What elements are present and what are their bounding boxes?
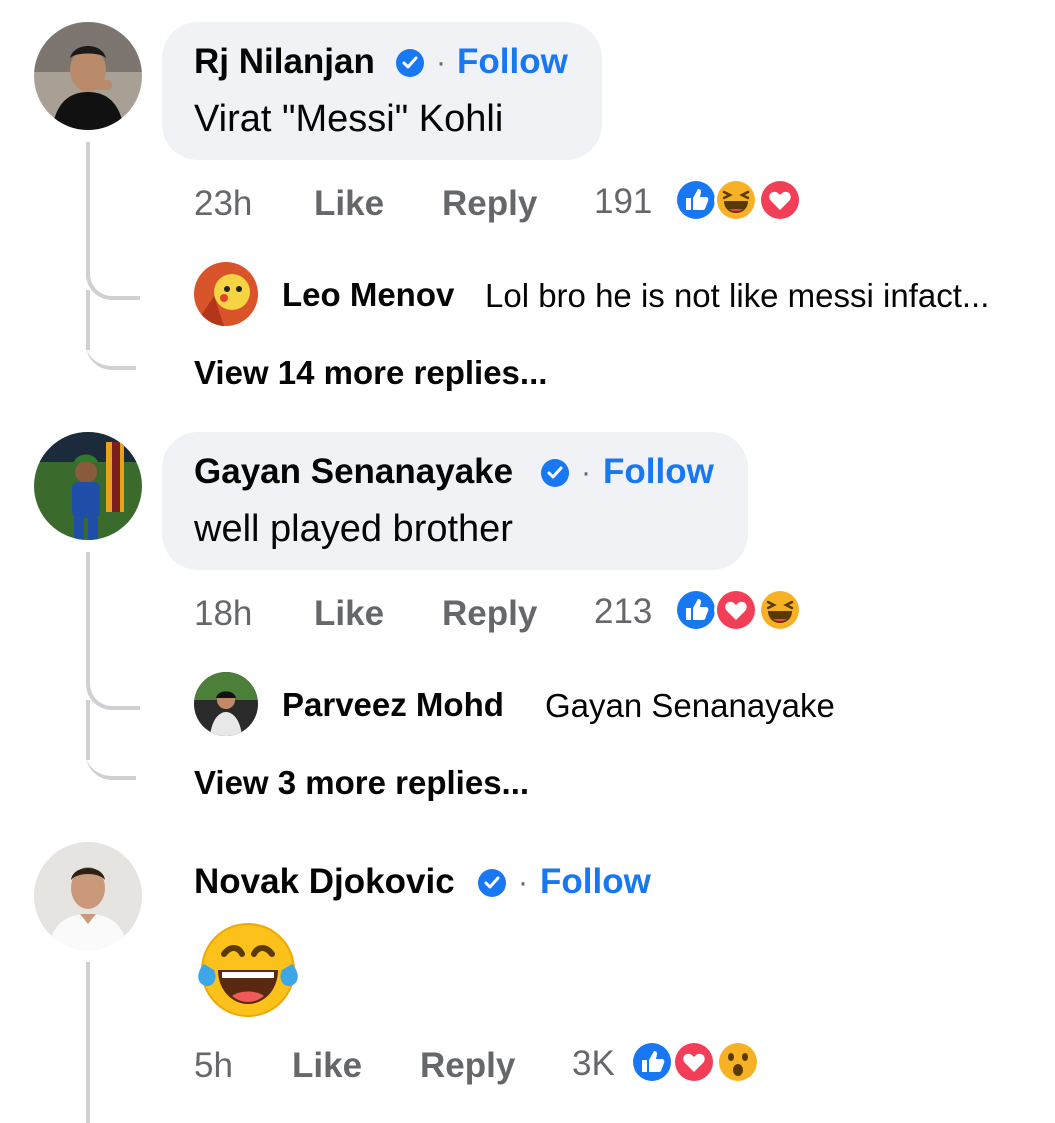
reply-button[interactable]: Reply bbox=[420, 1046, 515, 1086]
avatar-novak-djokovic[interactable] bbox=[34, 842, 142, 950]
thread-line bbox=[86, 962, 90, 1123]
reaction-count[interactable]: 3K bbox=[572, 1044, 615, 1084]
like-reaction-icon bbox=[674, 588, 718, 632]
like-button[interactable]: Like bbox=[314, 594, 384, 634]
haha-reaction-icon bbox=[758, 588, 802, 632]
avatar-leo-menov[interactable] bbox=[194, 262, 258, 326]
avatar-parveez-mohd[interactable] bbox=[194, 672, 258, 736]
love-reaction-icon bbox=[714, 588, 758, 632]
reply-text[interactable]: Gayan Senanayake bbox=[545, 687, 835, 725]
love-reaction-icon bbox=[758, 178, 802, 222]
comment-text: Virat "Messi" Kohli bbox=[194, 98, 504, 140]
view-more-replies-link[interactable]: View 3 more replies... bbox=[194, 764, 529, 802]
comment-author[interactable]: Rj Nilanjan bbox=[194, 42, 375, 82]
follow-button[interactable]: Follow bbox=[603, 452, 714, 492]
more-replies-connector bbox=[86, 296, 136, 370]
comment-author[interactable]: Novak Djokovic bbox=[194, 862, 455, 902]
reply-author[interactable]: Parveez Mohd bbox=[282, 686, 504, 724]
like-reaction-icon bbox=[630, 1040, 674, 1084]
reaction-count[interactable]: 191 bbox=[594, 182, 652, 222]
thread-line bbox=[86, 290, 90, 350]
haha-reaction-icon bbox=[714, 178, 758, 222]
verified-badge-icon bbox=[396, 49, 424, 77]
more-replies-connector bbox=[86, 706, 136, 780]
reply-connector bbox=[86, 230, 140, 300]
love-reaction-icon bbox=[672, 1040, 716, 1084]
separator-dot: · bbox=[436, 46, 446, 79]
reply-button[interactable]: Reply bbox=[442, 594, 537, 634]
comment-text: well played brother bbox=[194, 508, 513, 550]
like-button[interactable]: Like bbox=[292, 1046, 362, 1086]
comment-time[interactable]: 23h bbox=[194, 184, 252, 224]
reply-connector bbox=[86, 640, 140, 710]
comment-time[interactable]: 18h bbox=[194, 594, 252, 634]
separator-dot: · bbox=[518, 866, 528, 899]
comment-time[interactable]: 5h bbox=[194, 1046, 233, 1086]
avatar-rj-nilanjan[interactable] bbox=[34, 22, 142, 130]
laughing-with-tears-emoji-icon bbox=[198, 923, 298, 1017]
wow-reaction-icon bbox=[716, 1040, 760, 1084]
reply-author[interactable]: Leo Menov bbox=[282, 276, 454, 314]
thread-line bbox=[86, 552, 90, 642]
separator-dot: · bbox=[581, 456, 591, 489]
like-reaction-icon bbox=[674, 178, 718, 222]
reply-text: Lol bro he is not like messi infact... bbox=[485, 277, 990, 314]
verified-badge-icon bbox=[541, 459, 569, 487]
reply-button[interactable]: Reply bbox=[442, 184, 537, 224]
comment-author[interactable]: Gayan Senanayake bbox=[194, 452, 513, 492]
thread-line bbox=[86, 142, 90, 232]
like-button[interactable]: Like bbox=[314, 184, 384, 224]
follow-button[interactable]: Follow bbox=[540, 862, 651, 902]
view-more-replies-link[interactable]: View 14 more replies... bbox=[194, 354, 547, 392]
verified-badge-icon bbox=[478, 869, 506, 897]
reaction-count[interactable]: 213 bbox=[594, 592, 652, 632]
avatar-gayan-senanayake[interactable] bbox=[34, 432, 142, 540]
follow-button[interactable]: Follow bbox=[457, 42, 568, 82]
